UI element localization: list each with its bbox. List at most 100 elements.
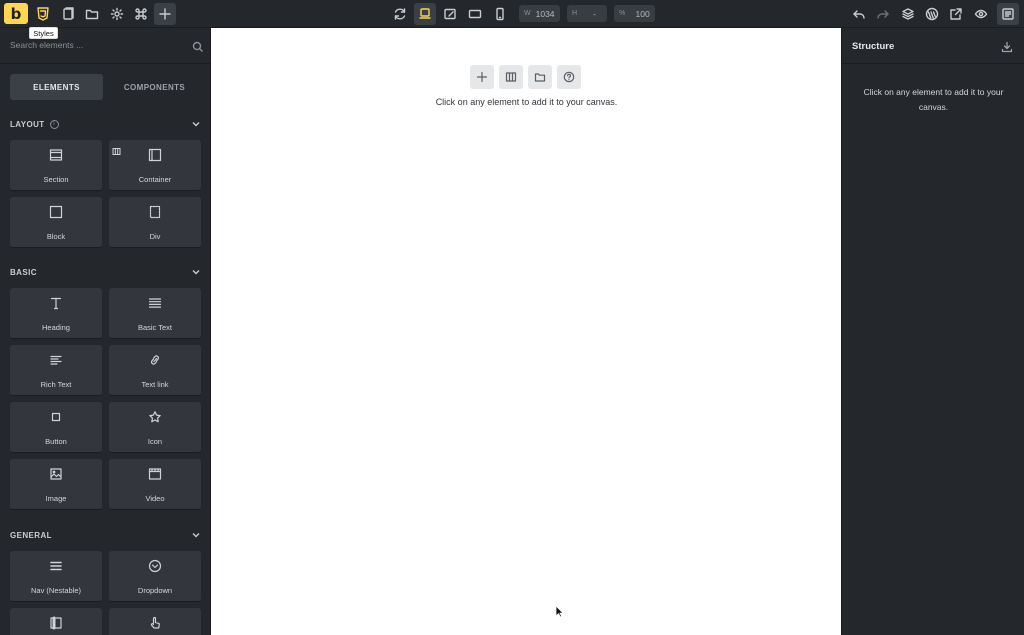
chevron-down-icon[interactable] xyxy=(191,119,201,129)
gear-icon[interactable] xyxy=(106,3,128,25)
folder-icon[interactable] xyxy=(81,3,103,25)
section-title: GENERAL xyxy=(10,530,52,540)
canvas-templates-button[interactable] xyxy=(528,65,552,89)
element-rich-text[interactable]: Rich Text xyxy=(10,345,102,396)
command-icon[interactable] xyxy=(130,3,152,25)
bricks-logo[interactable]: b xyxy=(4,3,28,24)
text-lines-icon xyxy=(148,296,162,310)
tablet-landscape-icon[interactable] xyxy=(464,3,486,25)
search-input[interactable] xyxy=(10,40,180,50)
block-icon xyxy=(49,205,63,219)
structure-empty-message: Click on any element to add it to your c… xyxy=(863,87,1004,112)
undo-icon[interactable] xyxy=(848,3,870,25)
canvas-help-button[interactable] xyxy=(557,65,581,89)
section-title: BASIC xyxy=(10,267,37,277)
height-field[interactable]: H - xyxy=(567,5,607,22)
styles-tooltip: Styles xyxy=(29,27,58,39)
element-container[interactable]: Container xyxy=(109,140,201,191)
element-section[interactable]: Section xyxy=(10,140,102,191)
add-element-button[interactable] xyxy=(154,3,176,25)
pages-icon[interactable] xyxy=(57,3,79,25)
canvas-empty-message: Click on any element to add it to your c… xyxy=(435,97,618,107)
element-label: Dropdown xyxy=(137,586,173,595)
button-icon xyxy=(49,410,63,424)
top-toolbar: b W 1034 H - % 100 xyxy=(0,0,1024,28)
section-header-general[interactable]: GENERAL xyxy=(10,529,201,541)
edit-breakpoint-icon[interactable] xyxy=(439,3,461,25)
css3-icon[interactable] xyxy=(32,3,54,25)
width-value[interactable]: 1034 xyxy=(536,9,561,19)
desktop-breakpoint-icon[interactable] xyxy=(414,3,436,25)
element-dropdown[interactable]: Dropdown xyxy=(109,551,201,602)
zoom-label: % xyxy=(619,10,626,17)
folder-icon xyxy=(534,73,546,82)
chevron-circle-icon xyxy=(148,559,162,573)
eye-icon[interactable] xyxy=(970,3,992,25)
height-value[interactable]: - xyxy=(582,9,607,19)
download-icon[interactable] xyxy=(1001,40,1013,53)
element-offcanvas[interactable] xyxy=(10,608,102,635)
structure-header: Structure xyxy=(842,28,1024,64)
section-header-layout[interactable]: LAYOUT i xyxy=(10,118,201,130)
tab-elements[interactable]: ELEMENTS xyxy=(10,74,103,100)
rich-text-icon xyxy=(49,353,63,367)
structure-title: Structure xyxy=(852,41,895,52)
canvas-columns-button[interactable] xyxy=(499,65,523,89)
zoom-value[interactable]: 100 xyxy=(630,9,655,19)
element-basic-text[interactable]: Basic Text xyxy=(109,288,201,339)
chevron-down-icon[interactable] xyxy=(191,530,201,540)
element-label: Image xyxy=(45,494,67,503)
element-label: Container xyxy=(138,175,172,184)
canvas-actions xyxy=(470,65,586,89)
external-link-icon[interactable] xyxy=(945,3,967,25)
element-button[interactable]: Button xyxy=(10,402,102,453)
height-label: H xyxy=(572,10,578,17)
columns-icon xyxy=(505,72,517,82)
section-header-basic[interactable]: BASIC xyxy=(10,266,201,278)
elements-panel: ELEMENTS COMPONENTS LAYOUT i Section Con… xyxy=(0,28,211,635)
element-label: Heading xyxy=(42,323,70,332)
mouse-cursor-icon xyxy=(555,605,564,618)
image-icon xyxy=(49,467,63,481)
zoom-field[interactable]: % 100 xyxy=(614,5,655,22)
help-icon xyxy=(563,71,575,83)
search-icon[interactable] xyxy=(192,40,204,52)
element-label: Button xyxy=(45,437,67,446)
tab-components[interactable]: COMPONENTS xyxy=(108,74,201,100)
element-label: Nav (Nestable) xyxy=(30,586,82,595)
element-image[interactable]: Image xyxy=(10,459,102,510)
element-label: Section xyxy=(43,175,69,184)
wordpress-icon[interactable] xyxy=(921,3,943,25)
refresh-icon[interactable] xyxy=(389,3,411,25)
section-title: LAYOUT xyxy=(10,119,45,129)
plus-icon xyxy=(159,8,171,20)
info-icon[interactable]: i xyxy=(49,119,59,129)
width-field[interactable]: W 1034 xyxy=(519,5,560,22)
element-label: Block xyxy=(46,232,66,241)
columns-icon xyxy=(112,143,121,155)
panel-toggle-icon[interactable] xyxy=(997,3,1019,25)
hand-pointer-icon xyxy=(148,616,162,630)
layers-icon[interactable] xyxy=(897,3,919,25)
width-label: W xyxy=(524,10,531,17)
heading-icon xyxy=(49,296,63,310)
element-heading[interactable]: Heading xyxy=(10,288,102,339)
element-text-link[interactable]: Text link xyxy=(109,345,201,396)
element-block[interactable]: Block xyxy=(10,197,102,248)
panel-tabs: ELEMENTS COMPONENTS xyxy=(10,74,201,100)
redo-icon[interactable] xyxy=(872,3,894,25)
element-video[interactable]: Video xyxy=(109,459,201,510)
menu-icon xyxy=(49,559,63,573)
mobile-icon[interactable] xyxy=(489,3,511,25)
element-nav-nestable[interactable]: Nav (Nestable) xyxy=(10,551,102,602)
element-label: Video xyxy=(145,494,165,503)
container-icon xyxy=(148,148,162,162)
element-label: Rich Text xyxy=(40,380,72,389)
chevron-down-icon[interactable] xyxy=(191,267,201,277)
canvas-add-button[interactable] xyxy=(470,65,494,89)
builder-canvas[interactable]: Click on any element to add it to your c… xyxy=(212,28,841,635)
element-icon[interactable]: Icon xyxy=(109,402,201,453)
element-div[interactable]: Div xyxy=(109,197,201,248)
element-toggle[interactable] xyxy=(109,608,201,635)
structure-panel: Structure Click on any element to add it… xyxy=(841,28,1024,635)
